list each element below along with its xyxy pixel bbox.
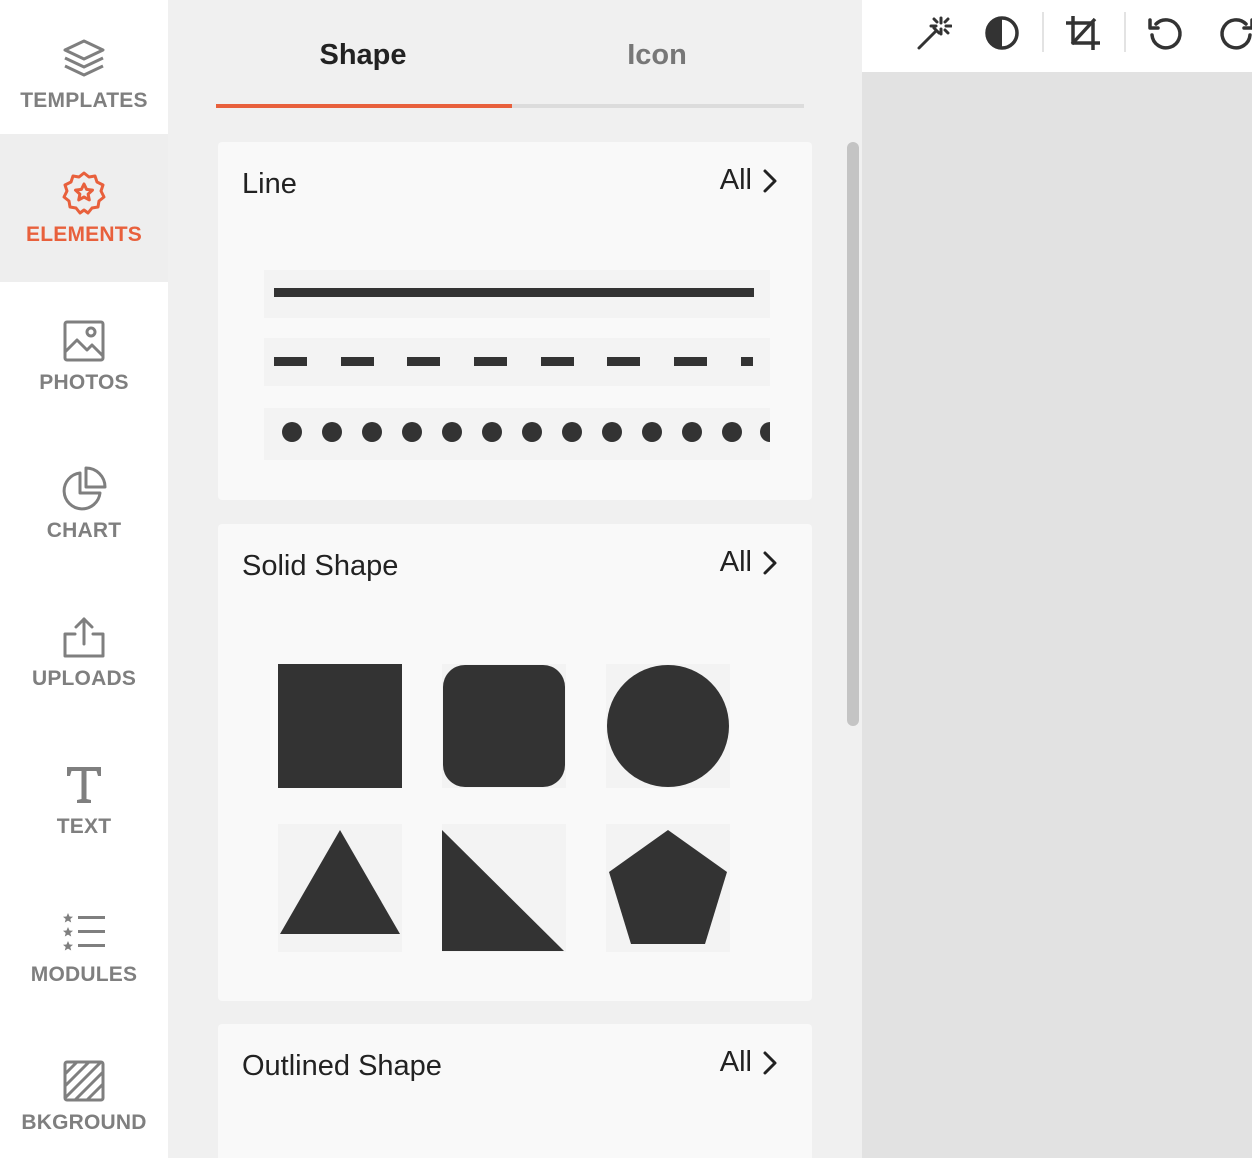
see-all-outlined-shape-button[interactable]: All: [720, 1046, 782, 1079]
sidebar-item-bkground[interactable]: BKGROUND: [0, 1022, 168, 1158]
star-list-icon: [60, 909, 108, 957]
see-all-label: All: [719, 164, 752, 196]
crop-icon: [1064, 14, 1102, 57]
upload-icon: [60, 613, 108, 661]
crop-button[interactable]: [1058, 10, 1108, 60]
panel-tabs: Shape Icon: [216, 0, 804, 110]
pie-chart-icon: [60, 465, 108, 513]
tab-active-indicator: [216, 104, 512, 108]
sidebar-item-label: CHART: [46, 519, 122, 542]
sidebar-item-text[interactable]: TEXT: [0, 726, 168, 874]
section-solid-shape: Solid Shape All: [218, 524, 812, 1001]
sidebar-item-label: MODULES: [30, 963, 138, 986]
chevron-right-icon: [762, 548, 782, 578]
sidebar-item-label: PHOTOS: [39, 371, 129, 394]
see-all-label: All: [719, 546, 752, 578]
see-all-line-button[interactable]: All: [720, 164, 782, 197]
chevron-right-icon: [762, 166, 782, 196]
sidebar-item-label: BKGROUND: [21, 1111, 147, 1134]
section-line: Line All: [218, 142, 812, 500]
toolbar-divider: [1042, 12, 1044, 52]
section-title: Solid Shape: [242, 550, 399, 582]
sidebar-item-label: ELEMENTS: [26, 223, 142, 246]
text-icon: [60, 761, 108, 809]
contrast-icon: [984, 15, 1020, 56]
redo-icon: [1218, 14, 1252, 57]
chevron-right-icon: [762, 1048, 782, 1078]
layers-icon: [60, 35, 108, 83]
badge-star-icon: [60, 169, 108, 217]
canvas-toolbar: [862, 0, 1252, 72]
tab-shape[interactable]: Shape: [216, 0, 510, 110]
sidebar-item-label: UPLOADS: [31, 667, 137, 690]
sidebar-item-label: TEMPLATES: [20, 89, 148, 112]
pentagon-shape-option[interactable]: [606, 824, 730, 952]
contrast-button[interactable]: [977, 10, 1027, 60]
section-title: Outlined Shape: [242, 1050, 442, 1082]
see-all-solid-shape-button[interactable]: All: [720, 546, 782, 579]
section-outlined-shape: Outlined Shape All: [218, 1024, 812, 1158]
sidebar-item-chart[interactable]: CHART: [0, 430, 168, 578]
triangle-shape-option[interactable]: [278, 824, 402, 952]
background-icon: [60, 1057, 108, 1105]
undo-button[interactable]: [1140, 10, 1190, 60]
sidebar-item-uploads[interactable]: UPLOADS: [0, 578, 168, 726]
see-all-label: All: [719, 1046, 752, 1078]
sidebar: TEMPLATES ELEMENTS PHOTOS CHART UPLOADS …: [0, 0, 168, 1158]
sidebar-item-modules[interactable]: MODULES: [0, 874, 168, 1022]
design-canvas-area[interactable]: [862, 72, 1252, 1158]
dashed-line-option[interactable]: [264, 338, 770, 386]
elements-panel: Shape Icon Line All Solid Shape All Outl…: [168, 0, 862, 1158]
square-shape-option[interactable]: [278, 664, 402, 788]
circle-shape-option[interactable]: [606, 664, 730, 788]
right-triangle-shape-option[interactable]: [442, 824, 566, 952]
solid-line-option[interactable]: [264, 270, 770, 318]
image-icon: [60, 317, 108, 365]
magic-wand-icon: [914, 14, 953, 57]
sidebar-item-elements[interactable]: ELEMENTS: [0, 134, 168, 282]
sidebar-item-label: TEXT: [56, 815, 112, 838]
section-title: Line: [242, 168, 297, 200]
undo-icon: [1146, 14, 1184, 57]
panel-scrollbar[interactable]: [847, 142, 859, 726]
sidebar-item-templates[interactable]: TEMPLATES: [0, 0, 168, 148]
toolbar-divider: [1124, 12, 1126, 52]
tab-icon[interactable]: Icon: [510, 0, 804, 110]
sidebar-item-photos[interactable]: PHOTOS: [0, 282, 168, 430]
dotted-line-option[interactable]: [264, 408, 770, 460]
magic-wand-button[interactable]: [908, 10, 958, 60]
redo-button[interactable]: [1212, 10, 1252, 60]
rounded-square-shape-option[interactable]: [442, 664, 566, 788]
